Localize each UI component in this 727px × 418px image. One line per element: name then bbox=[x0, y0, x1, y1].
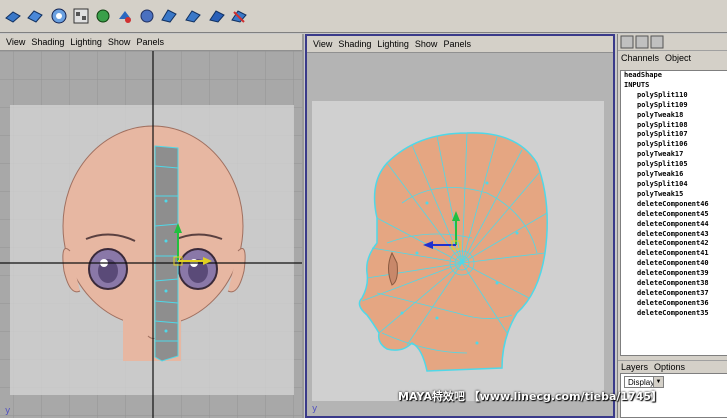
attribute-editor-icon bbox=[635, 35, 649, 49]
viewport-menubar: View Shading Lighting Show Panels bbox=[307, 36, 613, 53]
menu-shading[interactable]: Shading bbox=[31, 37, 64, 47]
camera-icon[interactable] bbox=[160, 6, 178, 26]
shape-node[interactable]: headShape bbox=[621, 71, 727, 81]
axis-indicator: y bbox=[5, 406, 11, 416]
input-node[interactable]: polyTweak15 bbox=[621, 190, 727, 200]
input-node[interactable]: deleteComponent37 bbox=[621, 289, 727, 299]
side-view-scene bbox=[307, 53, 613, 416]
input-node[interactable]: polySplit109 bbox=[621, 101, 727, 111]
axis-indicator: y bbox=[312, 404, 318, 414]
input-node[interactable]: polyTweak18 bbox=[621, 111, 727, 121]
input-node[interactable]: polySplit106 bbox=[621, 140, 727, 150]
side-viewport-panel: View Shading Lighting Show Panels y bbox=[305, 34, 615, 418]
inputs-header: INPUTS bbox=[624, 80, 650, 89]
menu-view[interactable]: View bbox=[6, 37, 25, 47]
menu-show[interactable]: Show bbox=[108, 37, 131, 47]
menu-shading[interactable]: Shading bbox=[338, 39, 371, 49]
menu-view[interactable]: View bbox=[313, 39, 332, 49]
menu-options[interactable]: Options bbox=[654, 362, 685, 372]
display-select[interactable]: Display ▼ bbox=[624, 376, 664, 388]
sculpt-icon[interactable] bbox=[184, 6, 202, 26]
channel-box-icon bbox=[620, 35, 634, 49]
channel-box-list[interactable]: headShape INPUTS polySplit110 polySplit1… bbox=[620, 70, 727, 356]
input-node[interactable]: deleteComponent35 bbox=[621, 309, 727, 319]
front-viewport[interactable]: y bbox=[0, 51, 302, 418]
select-icon[interactable] bbox=[50, 6, 68, 26]
front-viewport-panel: View Shading Lighting Show Panels y bbox=[0, 34, 304, 418]
input-node[interactable]: deleteComponent39 bbox=[621, 269, 727, 279]
input-node[interactable]: deleteComponent42 bbox=[621, 239, 727, 249]
paint-icon[interactable] bbox=[138, 6, 156, 26]
watermark: MAYA特效吧 【www.linecg.com/tieba/1745】 bbox=[398, 390, 663, 403]
input-node[interactable]: polySplit108 bbox=[621, 121, 727, 131]
tool-settings-icon bbox=[650, 35, 664, 49]
menu-layers[interactable]: Layers bbox=[621, 362, 648, 372]
input-node[interactable]: polySplit104 bbox=[621, 180, 727, 190]
poly-cube-icon[interactable] bbox=[4, 6, 22, 26]
layer-editor-menu: Layers Options bbox=[618, 360, 727, 373]
input-node[interactable]: deleteComponent44 bbox=[621, 220, 727, 230]
magnet-icon[interactable] bbox=[116, 6, 134, 26]
side-viewport[interactable]: y bbox=[307, 53, 613, 416]
chevron-down-icon: ▼ bbox=[653, 377, 663, 387]
menu-lighting[interactable]: Lighting bbox=[70, 37, 102, 47]
bevel-icon[interactable] bbox=[230, 6, 248, 26]
input-node[interactable]: polySplit110 bbox=[621, 91, 727, 101]
input-node[interactable]: deleteComponent46 bbox=[621, 200, 727, 210]
input-node[interactable]: polySplit105 bbox=[621, 160, 727, 170]
shelf-toolbar bbox=[0, 0, 727, 33]
display-select-value: Display bbox=[628, 378, 655, 387]
viewport-menubar: View Shading Lighting Show Panels bbox=[0, 34, 302, 51]
menu-show[interactable]: Show bbox=[415, 39, 438, 49]
input-node[interactable]: polySplit107 bbox=[621, 130, 727, 140]
input-node[interactable]: deleteComponent38 bbox=[621, 279, 727, 289]
channel-box: Channels Object headShape INPUTS polySpli… bbox=[617, 34, 727, 418]
menu-object[interactable]: Object bbox=[665, 53, 691, 63]
input-node[interactable]: polyTweak17 bbox=[621, 150, 727, 160]
half-head-mesh[interactable] bbox=[154, 145, 179, 362]
channel-box-toolbar bbox=[618, 34, 727, 51]
ramp-icon[interactable] bbox=[208, 6, 226, 26]
input-node[interactable]: deleteComponent36 bbox=[621, 299, 727, 309]
input-node[interactable]: deleteComponent43 bbox=[621, 230, 727, 240]
input-node[interactable]: polyTweak16 bbox=[621, 170, 727, 180]
lasso-icon[interactable] bbox=[72, 6, 90, 26]
menu-panels[interactable]: Panels bbox=[136, 37, 164, 47]
channel-box-menu: Channels Object bbox=[618, 51, 727, 65]
menu-channels[interactable]: Channels bbox=[621, 53, 659, 63]
snap-icon[interactable] bbox=[94, 6, 112, 26]
menu-lighting[interactable]: Lighting bbox=[377, 39, 409, 49]
menu-panels[interactable]: Panels bbox=[443, 39, 471, 49]
input-node[interactable]: deleteComponent45 bbox=[621, 210, 727, 220]
input-node[interactable]: deleteComponent40 bbox=[621, 259, 727, 269]
front-view-scene bbox=[0, 51, 302, 418]
poly-sphere-icon[interactable] bbox=[26, 6, 44, 26]
input-node[interactable]: deleteComponent41 bbox=[621, 249, 727, 259]
